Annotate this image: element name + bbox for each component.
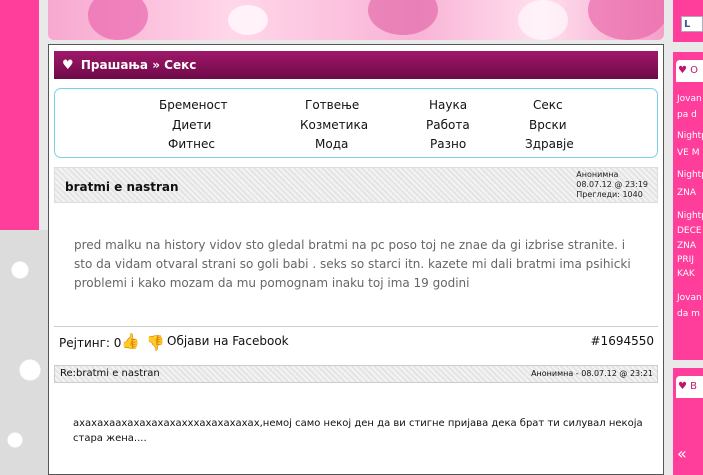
sidebar-link[interactable]: Nightp: [677, 131, 703, 142]
category-link[interactable]: Мода: [315, 137, 348, 151]
category-link[interactable]: Бременост: [159, 98, 227, 112]
sidebar-heading-label: В: [690, 381, 698, 392]
post-meta: Анонимна 08.07.12 @ 23:19 Прегледи: 1040: [576, 170, 648, 200]
thumbs-down-icon[interactable]: 👎: [146, 334, 165, 352]
floral-background: [0, 230, 50, 475]
category-link[interactable]: Готвење: [305, 98, 359, 112]
sidebar-link[interactable]: KAK: [677, 269, 695, 280]
category-link[interactable]: Фитнес: [168, 137, 215, 151]
category-link[interactable]: Работа: [426, 118, 470, 132]
facebook-like-label: L: [684, 19, 691, 30]
post-author: Анонимна: [576, 170, 619, 179]
thumbs-up-icon[interactable]: 👍: [121, 332, 140, 350]
sidebar-link[interactable]: Jovan: [677, 94, 702, 105]
category-link[interactable]: Наука: [429, 98, 467, 112]
heart-icon: ♥: [62, 58, 74, 73]
reply-title: Re:bratmi e nastran: [60, 368, 160, 379]
sidebar-link[interactable]: PRIJ: [677, 255, 694, 266]
left-decor-band: [0, 0, 39, 237]
breadcrumb-section[interactable]: Прашања: [81, 58, 148, 72]
post-title: bratmi e nastran: [65, 180, 179, 194]
sidebar-link[interactable]: VE M: [677, 148, 699, 159]
category-link[interactable]: Диети: [172, 118, 211, 132]
sidebar-link[interactable]: Nightp: [677, 211, 703, 222]
main-content: ♥ Прашања » Секс Бременост Готвење Наука…: [48, 44, 664, 475]
post-id[interactable]: #1694550: [591, 334, 655, 348]
sidebar-link[interactable]: da m: [677, 309, 700, 320]
divider: [54, 326, 658, 327]
post-body: pred malku na history vidov sto gledal b…: [54, 210, 658, 322]
sidebar-link[interactable]: ZNA: [677, 241, 696, 252]
facebook-like-button[interactable]: L: [681, 16, 703, 32]
page-title-bar: ♥ Прашања » Секс: [54, 51, 658, 79]
post-text: pred malku na history vidov sto gledal b…: [74, 238, 631, 290]
heart-icon: ♥: [678, 65, 687, 76]
category-link[interactable]: Секс: [533, 98, 563, 112]
breadcrumb-separator: »: [152, 58, 160, 72]
breadcrumb-category[interactable]: Секс: [164, 58, 196, 72]
sidebar-link[interactable]: DECE: [677, 226, 702, 237]
category-link[interactable]: Врски: [529, 118, 567, 132]
post-header: bratmi e nastran Анонимна 08.07.12 @ 23:…: [54, 167, 658, 203]
reply-text: ахахахаахахахахахахххахахахахах,немој са…: [73, 418, 643, 444]
sidebar-heading-label: О: [690, 65, 699, 76]
sidebar-heading: ♥ В: [676, 376, 703, 398]
facebook-share-link[interactable]: Објави на Facebook: [167, 334, 289, 348]
post-date: 08.07.12 @ 23:19: [576, 180, 648, 189]
category-link[interactable]: Здравје: [525, 137, 574, 151]
sidebar-heading: ♥ О: [676, 60, 703, 82]
rating-label: Рејтинг: 0: [59, 336, 122, 350]
sidebar-link[interactable]: pa d: [677, 110, 697, 121]
heart-icon: ♥: [678, 381, 687, 392]
right-sidebar: ♥ О Jovan pa d Nightp VE M Nightp ZNA Ni…: [673, 52, 703, 475]
post-views: Прегледи: 1040: [576, 190, 643, 199]
sidebar-link[interactable]: ZNA: [677, 188, 696, 199]
header-banner-art: [48, 0, 664, 40]
reply-meta: Анонимна - 08.07.12 @ 23:21: [531, 369, 653, 378]
rating-bar: Рејтинг: 0 👍 👎 Објави на Facebook #16945…: [54, 331, 658, 353]
reply-header: Re:bratmi e nastran Анонимна - 08.07.12 …: [54, 365, 658, 383]
sidebar-link[interactable]: Nightp: [677, 170, 703, 181]
category-link[interactable]: Козметика: [300, 118, 368, 132]
category-link[interactable]: Разно: [430, 137, 466, 151]
category-menu: Бременост Готвење Наука Секс Диети Козме…: [54, 88, 658, 158]
scroll-left-arrow[interactable]: «: [677, 444, 687, 463]
sidebar-link[interactable]: Jovan: [677, 293, 702, 304]
